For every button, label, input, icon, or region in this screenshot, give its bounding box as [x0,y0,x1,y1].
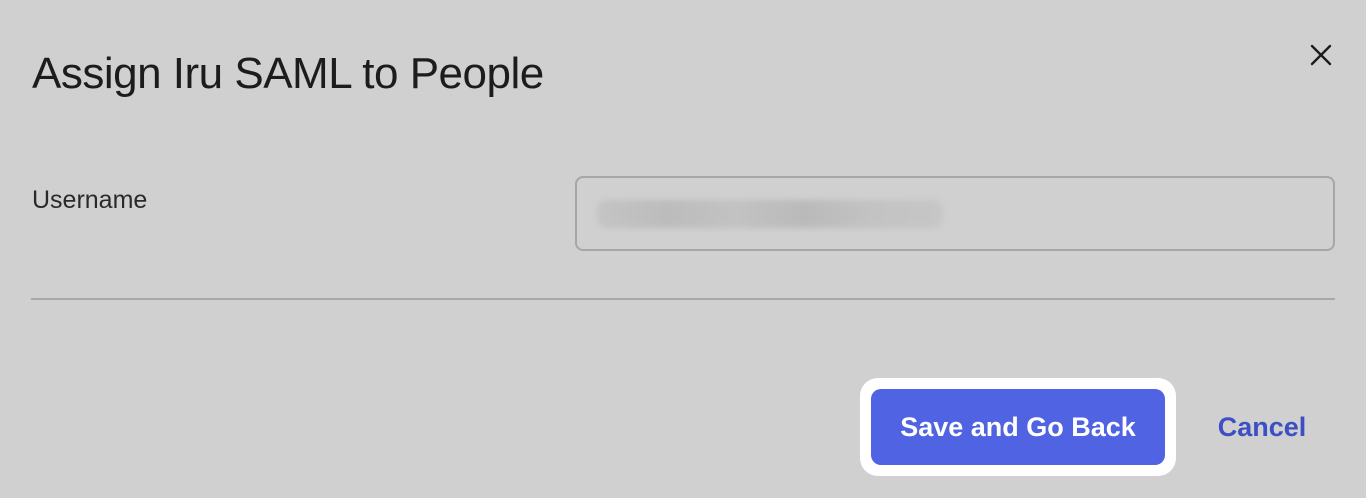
username-value-redacted [597,200,943,228]
close-icon [1310,44,1332,66]
username-field[interactable] [575,176,1335,251]
dialog-title: Assign Iru SAML to People [32,49,544,98]
close-button[interactable] [1306,40,1336,70]
username-label: Username [32,186,148,214]
divider [31,298,1335,300]
assign-dialog: Assign Iru SAML to People Username Save … [0,0,1366,498]
save-and-go-back-button[interactable]: Save and Go Back [871,389,1165,465]
cancel-button[interactable]: Cancel [1208,406,1316,448]
